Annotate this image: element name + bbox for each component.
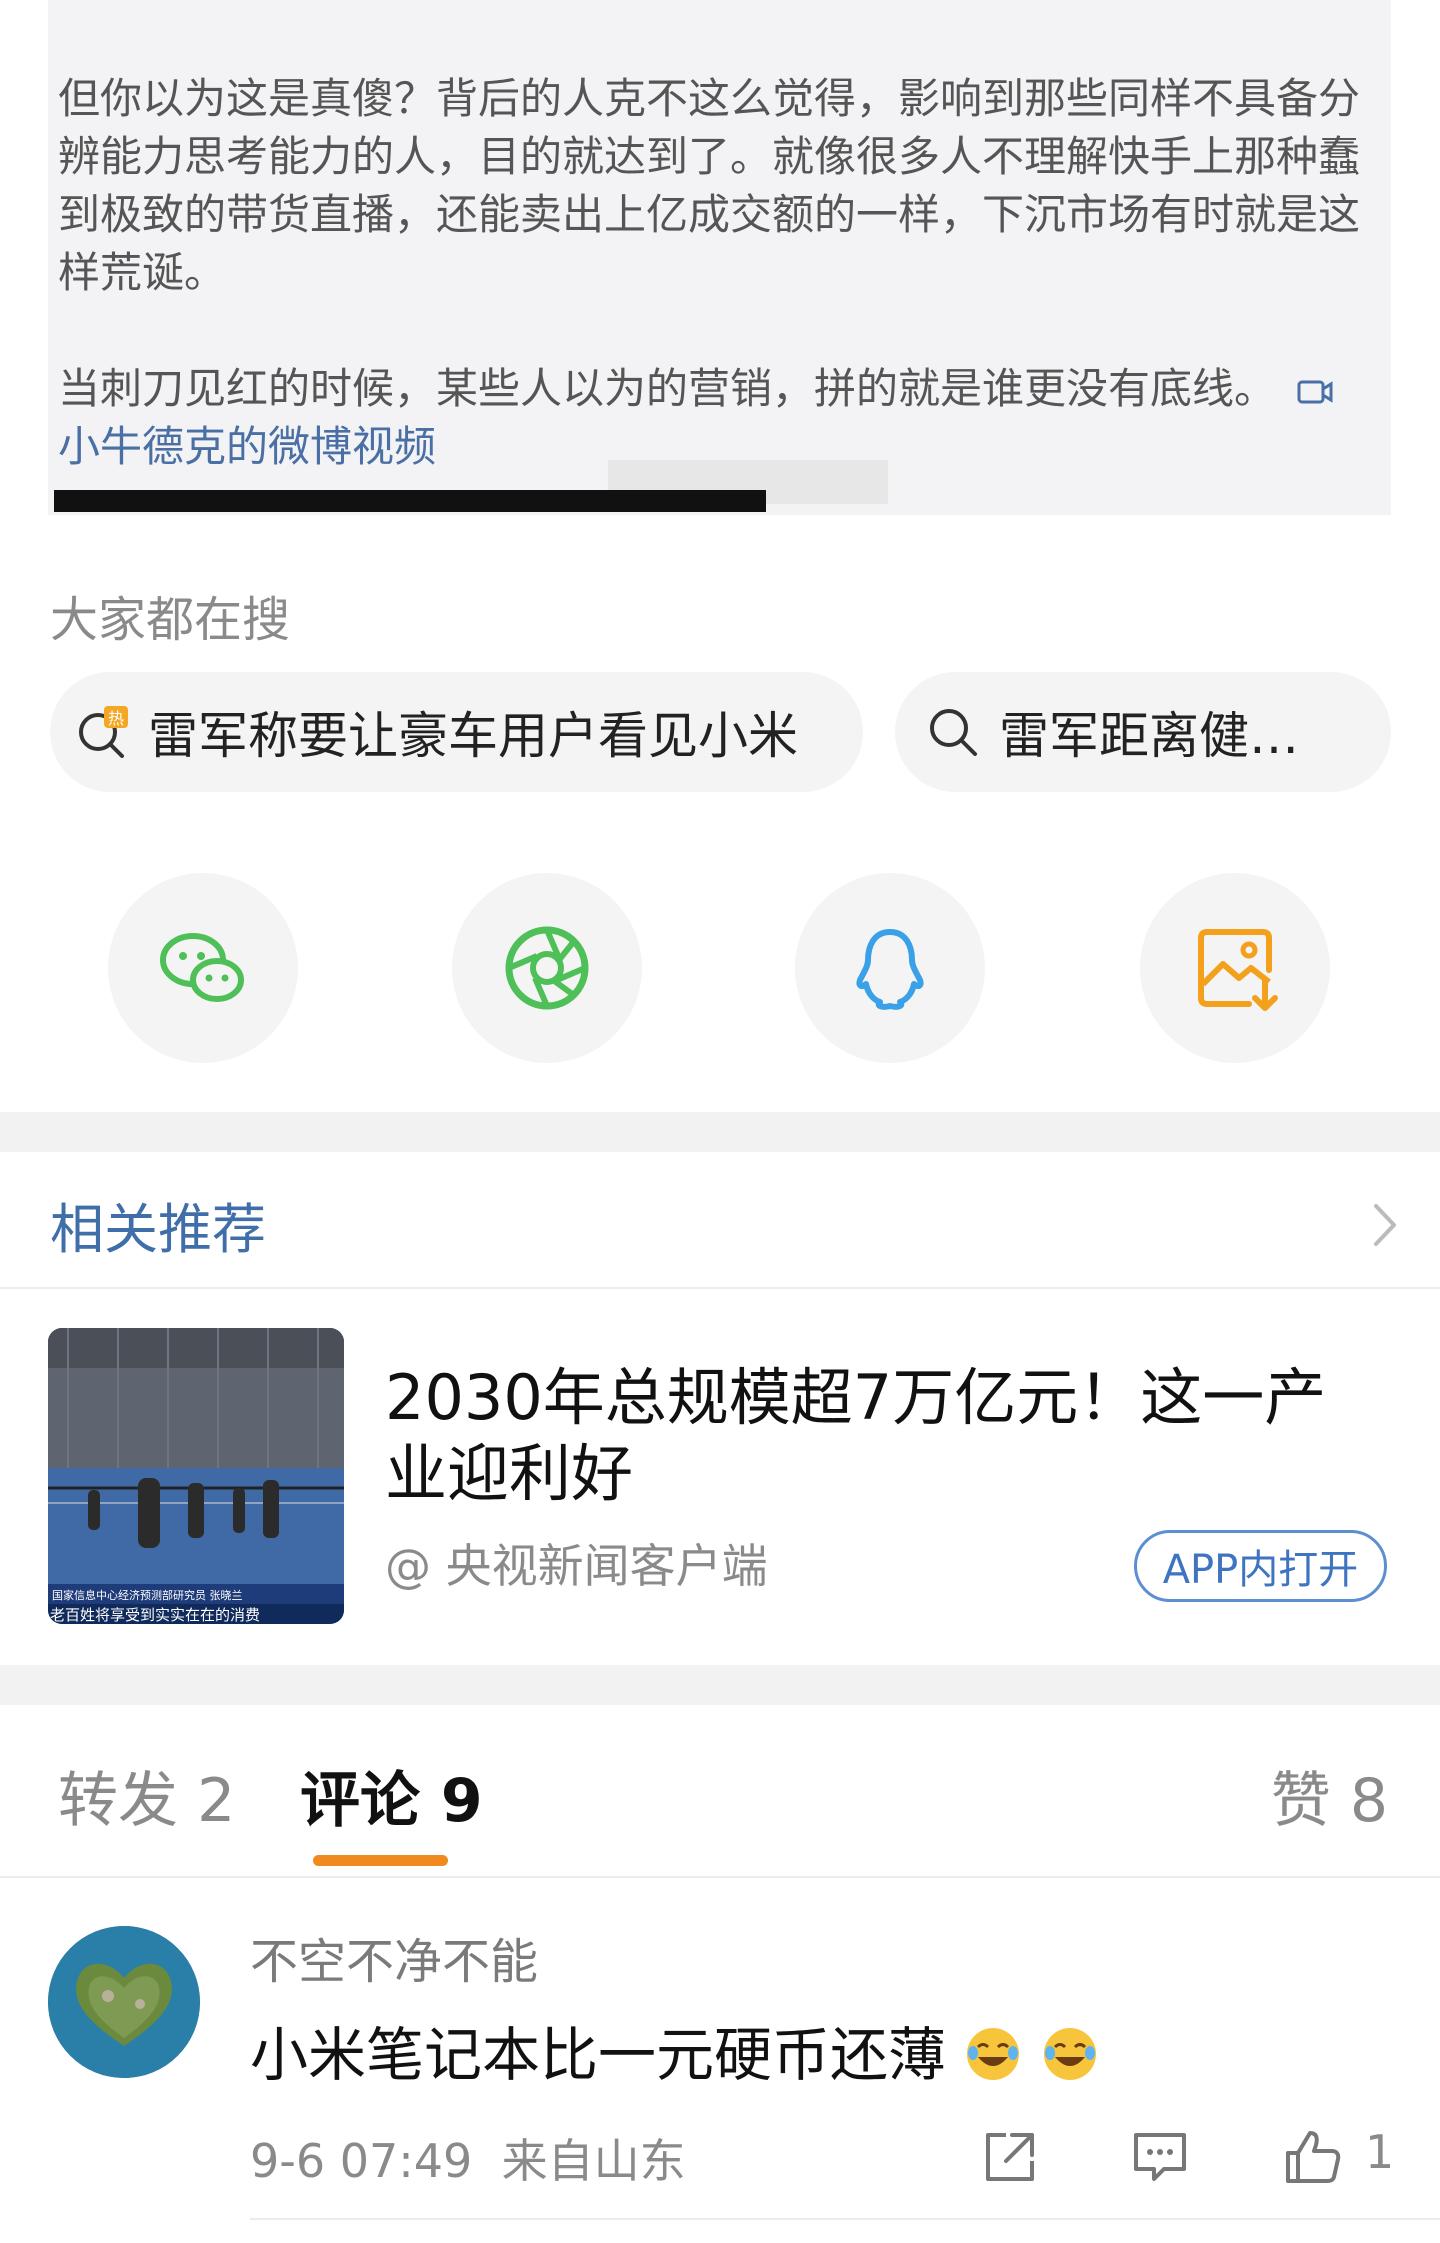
share-icon[interactable] bbox=[978, 2125, 1042, 2189]
search-chip-2-label: 雷军距离健… bbox=[999, 707, 1299, 765]
quoted-post[interactable]: 但你以为这是真傻？背后的人克不这么觉得，影响到那些同样不具备分辨能力思考能力的人… bbox=[48, 0, 1391, 515]
search-section-title: 大家都在搜 bbox=[50, 592, 291, 648]
save-image-icon bbox=[1198, 929, 1278, 1011]
share-qq-button[interactable] bbox=[795, 873, 985, 1063]
tab-repost[interactable]: 转发 2 bbox=[58, 1752, 235, 1839]
search-chip-1-label: 雷军称要让豪车用户看见小米 bbox=[148, 707, 798, 765]
laugh-cry-emoji-icon bbox=[1043, 2028, 1096, 2080]
tab-like[interactable]: 赞 8 bbox=[1271, 1752, 1388, 1839]
moments-icon bbox=[505, 926, 589, 1010]
comment-text-body: 小米笔记本比一元硬币还薄 bbox=[250, 2021, 947, 2089]
share-wechat-button[interactable] bbox=[108, 873, 298, 1063]
related-title: 相关推荐 bbox=[50, 1198, 266, 1261]
active-tab-indicator bbox=[313, 1855, 448, 1866]
related-headline[interactable]: 2030年总规模超7万亿元！这一产业迎利好 bbox=[385, 1360, 1385, 1512]
comment-like-count: 1 bbox=[1365, 2125, 1395, 2179]
comment-meta: 9-6 07:49 来自山东 bbox=[250, 2125, 686, 2191]
comment-date: 9-6 07:49 bbox=[250, 2134, 473, 2188]
gym-scene-image: 国家信息中心经济预测部研究员 张晓兰 老百姓将享受到实实在在的消费 bbox=[48, 1328, 344, 1624]
divider bbox=[250, 2218, 1440, 2220]
avatar[interactable] bbox=[48, 1926, 200, 2078]
search-chip-1[interactable]: 热 雷军称要让豪车用户看见小米 bbox=[50, 672, 863, 792]
save-image-button[interactable] bbox=[1140, 873, 1330, 1063]
reply-comment-icon[interactable] bbox=[1128, 2125, 1192, 2189]
island-avatar-image bbox=[48, 1926, 200, 2078]
wechat-icon bbox=[160, 933, 244, 1002]
qq-icon bbox=[856, 929, 924, 1010]
section-separator bbox=[0, 1665, 1440, 1705]
laugh-cry-emoji-icon bbox=[967, 2028, 1020, 2080]
related-source: @ 央视新闻客户端 bbox=[385, 1539, 768, 1593]
thumb-caption-2: 老百姓将享受到实实在在的消费 bbox=[50, 1606, 260, 1624]
chevron-right-icon[interactable] bbox=[1370, 1200, 1400, 1250]
related-thumbnail[interactable]: 国家信息中心经济预测部研究员 张晓兰 老百姓将享受到实实在在的消费 bbox=[48, 1328, 344, 1624]
divider bbox=[0, 1287, 1440, 1289]
share-moments-button[interactable] bbox=[452, 873, 642, 1063]
post-paragraph-2-text: 当刺刀见红的时候，某些人以为的营销，拼的就是谁更没有底线。 bbox=[58, 364, 1277, 413]
thumbs-up-icon[interactable] bbox=[1280, 2125, 1344, 2189]
video-link[interactable]: 小牛德克的微博视频 bbox=[58, 422, 436, 471]
search-chip-2[interactable]: 雷军距离健… bbox=[895, 672, 1391, 792]
post-paragraph-1: 但你以为这是真傻？背后的人克不这么觉得，影响到那些同样不具备分辨能力思考能力的人… bbox=[58, 74, 1361, 297]
divider bbox=[0, 1876, 1440, 1878]
hot-search-icon: 热 bbox=[79, 706, 128, 758]
post-paragraph-2: 当刺刀见红的时候，某些人以为的营销，拼的就是谁更没有底线。 小牛德克的微博视频 bbox=[58, 360, 1378, 476]
search-icon bbox=[930, 709, 977, 756]
thumb-caption-1: 国家信息中心经济预测部研究员 张晓兰 bbox=[52, 1588, 243, 1602]
tab-comment[interactable]: 评论 9 bbox=[300, 1752, 483, 1839]
video-progress-bar[interactable] bbox=[54, 490, 766, 512]
svg-text:热: 热 bbox=[108, 709, 124, 728]
comment-text: 小米笔记本比一元硬币还薄 bbox=[250, 2008, 1099, 2092]
section-separator bbox=[0, 1112, 1440, 1152]
open-in-app-button[interactable]: APP内打开 bbox=[1134, 1530, 1387, 1602]
comment-location: 来自山东 bbox=[501, 2134, 686, 2188]
comment-username[interactable]: 不空不净不能 bbox=[250, 1922, 538, 1992]
video-icon bbox=[1297, 380, 1333, 403]
